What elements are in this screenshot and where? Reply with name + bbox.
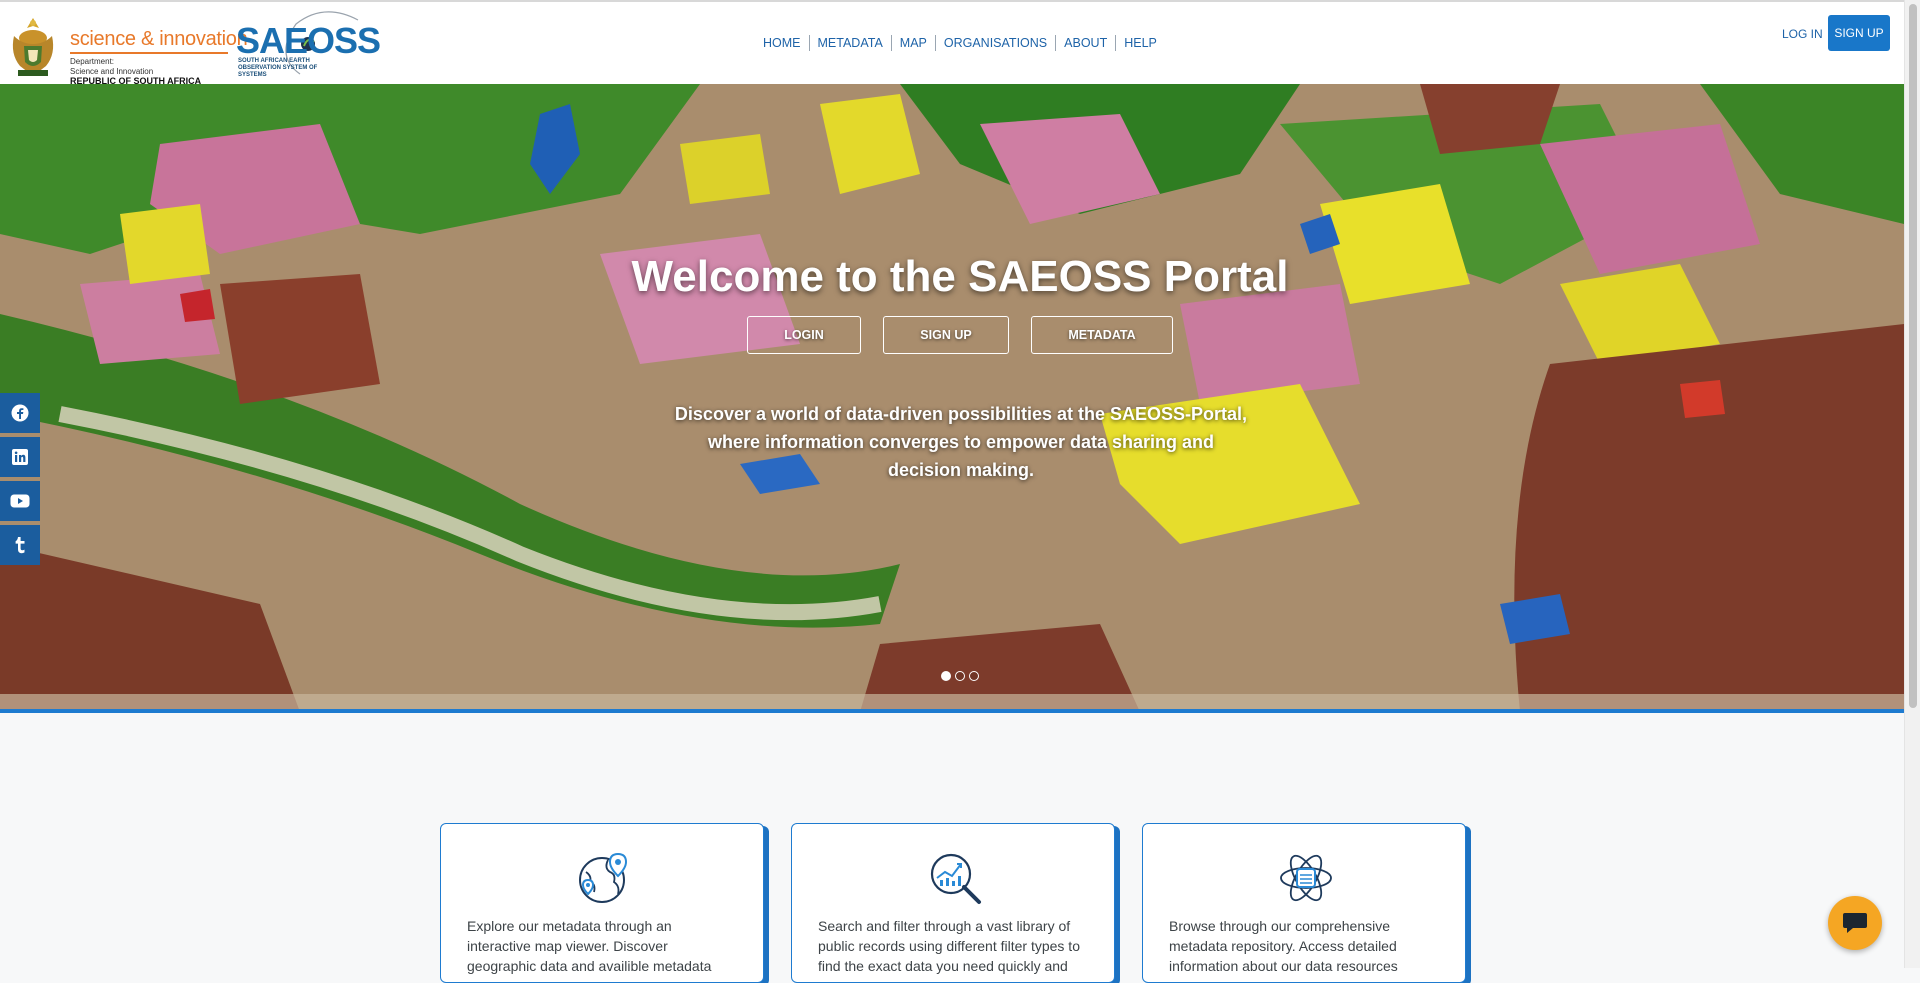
linkedin-icon	[12, 449, 28, 465]
hero-banner: Welcome to the SAEOSS Portal LOGIN SIGN …	[0, 84, 1904, 712]
globe-map-pin-icon	[579, 852, 628, 903]
youtube-link[interactable]	[0, 481, 40, 521]
hero-bottom-border	[0, 709, 1904, 713]
carousel-indicators	[0, 671, 1904, 681]
tumblr-icon	[15, 537, 25, 554]
chat-button[interactable]	[1828, 896, 1882, 950]
coat-of-arms-icon	[12, 18, 54, 76]
linkedin-link[interactable]	[0, 437, 40, 477]
dsi-logo[interactable]: science & innovation Department: Science…	[4, 12, 248, 86]
saeoss-logo[interactable]: SAEOSS SOUTH AFRICAN EARTH OBSERVATION S…	[234, 6, 398, 80]
carousel-dot-3[interactable]	[969, 671, 979, 681]
hero-login-button[interactable]: LOGIN	[747, 316, 861, 354]
nav-map[interactable]: MAP	[890, 35, 935, 51]
chat-bubble-icon	[1843, 913, 1867, 933]
youtube-icon	[10, 494, 30, 508]
feature-card-text: Browse through our comprehensive metadat…	[1169, 918, 1398, 974]
hero-buttons: LOGIN SIGN UP METADATA	[0, 316, 1904, 354]
main-nav: HOME METADATA MAP ORGANISATIONS ABOUT HE…	[755, 34, 1165, 52]
site-header: science & innovation Department: Science…	[0, 2, 1904, 86]
hero-metadata-button[interactable]: METADATA	[1031, 316, 1173, 354]
gov-logo-department: Department: Science and Innovation	[70, 57, 153, 77]
nav-home[interactable]: HOME	[755, 35, 809, 51]
tumblr-link[interactable]	[0, 525, 40, 565]
feature-cards: Explore our metadata through an interact…	[440, 823, 1466, 983]
carousel-dot-2[interactable]	[955, 671, 965, 681]
saeoss-subtitle: SOUTH AFRICAN EARTH OBSERVATION SYSTEM O…	[238, 58, 318, 78]
gov-logo-rule	[70, 52, 228, 54]
feature-card-text: Explore our metadata through an interact…	[467, 918, 712, 974]
social-sidebar	[0, 393, 40, 569]
facebook-icon	[11, 404, 29, 422]
nav-about[interactable]: ABOUT	[1055, 35, 1115, 51]
login-link[interactable]: LOG IN	[1782, 27, 1823, 41]
carousel-dot-1[interactable]	[941, 671, 951, 681]
facebook-link[interactable]	[0, 393, 40, 433]
scrollbar-thumb[interactable]	[1909, 4, 1917, 708]
atom-database-icon	[1280, 854, 1332, 902]
page-scrollbar[interactable]	[1904, 0, 1920, 968]
department-line: Department:	[70, 57, 115, 66]
feature-card-search[interactable]: Search and filter through a vast library…	[791, 823, 1115, 983]
nav-organisations[interactable]: ORGANISATIONS	[934, 35, 1055, 51]
feature-card-browse[interactable]: Browse through our comprehensive metadat…	[1142, 823, 1466, 983]
saeoss-wordmark: SAEOSS	[236, 20, 381, 61]
hero-title: Welcome to the SAEOSS Portal	[631, 252, 1289, 301]
hero-subtitle: Discover a world of data-driven possibil…	[674, 404, 1248, 480]
signup-button[interactable]: SIGN UP	[1828, 15, 1890, 51]
magnifier-chart-icon	[930, 853, 981, 904]
feature-card-text: Search and filter through a vast library…	[818, 918, 1080, 974]
nav-metadata[interactable]: METADATA	[808, 35, 891, 51]
nav-help[interactable]: HELP	[1115, 35, 1165, 51]
hero-signup-button[interactable]: SIGN UP	[883, 316, 1009, 354]
feature-card-map[interactable]: Explore our metadata through an interact…	[440, 823, 764, 983]
land-cover-map-image	[0, 84, 1904, 712]
gov-logo-title: science & innovation	[70, 28, 248, 50]
